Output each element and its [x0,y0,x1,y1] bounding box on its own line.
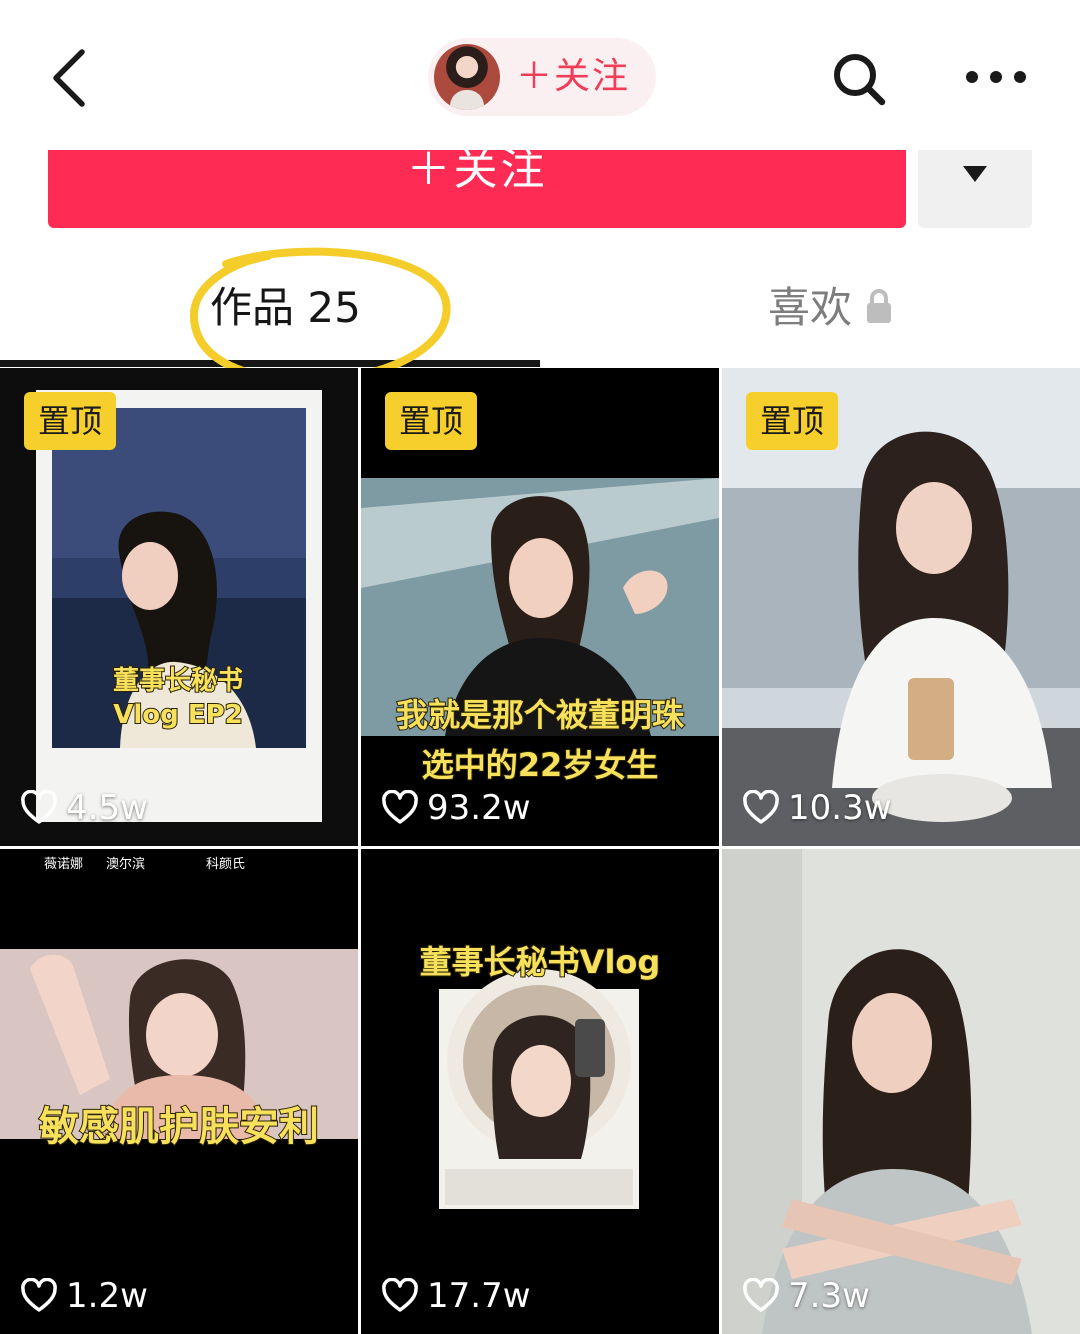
video-caption-line: 选中的22岁女生 [421,745,660,785]
heart-icon [382,790,418,824]
like-count-value: 10.3w [788,788,892,828]
follow-button-label: ＋关注 [406,150,548,195]
avatar[interactable] [434,44,500,110]
video-caption: 我就是那个被董明珠 选中的22岁女生 [371,690,709,790]
video-caption-line: 我就是那个被董明珠 [395,695,685,735]
video-caption-line: 董事长秘书 [112,665,244,697]
heart-icon [21,1278,57,1312]
search-icon [834,54,886,106]
tab-active-indicator [0,360,540,367]
product-labels: 薇诺娜 澳尔滨 科颜氏 [0,853,358,877]
video-tile[interactable]: 置顶 董事长秘书 Vlog EP2 4.5w [0,368,358,846]
product-label: 科颜氏 [206,857,246,872]
back-button[interactable] [40,40,110,116]
follow-dropdown-button[interactable] [918,150,1032,228]
search-button[interactable] [826,46,894,114]
tab-works-label: 作品 25 [210,283,361,332]
video-thumbnail [0,849,358,1334]
header-follow-button[interactable]: ＋关注 [428,38,656,116]
chevron-left-icon [53,49,85,107]
more-dots-icon [966,71,1026,83]
video-tile[interactable]: 薇诺娜 澳尔滨 科颜氏 敏感肌护肤安利 1.2w [0,849,358,1334]
video-caption: 董事长秘书 Vlog EP2 [58,664,298,732]
pinned-badge: 置顶 [746,392,838,450]
video-tile[interactable]: 董事长秘书Vlog 17.7w [361,849,719,1334]
video-tile[interactable]: 置顶 我就是那个被董明珠 选中的22岁女生 93.2w [361,368,719,846]
video-caption-line: 敏感肌护肤安利 [38,1103,320,1151]
heart-icon [21,790,57,824]
video-caption: 董事长秘书Vlog [371,939,709,985]
product-label: 薇诺娜 [44,857,84,872]
pinned-badge: 置顶 [385,392,477,450]
tab-works[interactable]: 作品 25 [0,252,540,362]
like-count-value: 93.2w [427,788,531,828]
like-count-value: 4.5w [66,788,148,828]
tab-likes-label: 喜欢 [768,283,853,332]
header-follow-label: ＋关注 [516,56,631,97]
video-caption: 敏感肌护肤安利 [6,1099,352,1155]
video-thumbnail [361,849,719,1334]
top-nav-bar: ＋关注 [0,0,1080,150]
like-count-value: 7.3w [788,1276,870,1316]
video-tile[interactable]: 7.3w [722,849,1080,1334]
like-count-value: 1.2w [66,1276,148,1316]
video-tile[interactable]: 置顶 10.3w [722,368,1080,846]
heart-icon [382,1278,418,1312]
pinned-badge: 置顶 [24,392,116,450]
video-grid: 置顶 董事长秘书 Vlog EP2 4.5w 置顶 我就是那个被董明珠 选中的2… [0,368,1080,1334]
tab-likes[interactable]: 喜欢 [540,252,1080,362]
product-label: 澳尔滨 [106,857,146,872]
video-caption-line: Vlog EP2 [112,699,243,731]
like-count-value: 17.7w [427,1276,531,1316]
heart-icon [743,790,779,824]
lock-icon [867,289,891,323]
caret-down-icon [963,166,987,182]
profile-page: ＋关注 ＋关注 作品 25 喜欢 置顶 董事长秘书 Vlog EP2 4.5w … [0,0,1080,1334]
more-button[interactable] [960,55,1032,99]
follow-button[interactable]: ＋关注 [48,150,906,228]
video-thumbnail [722,849,1080,1334]
video-caption-line: 董事长秘书Vlog [419,942,662,982]
heart-icon [743,1278,779,1312]
